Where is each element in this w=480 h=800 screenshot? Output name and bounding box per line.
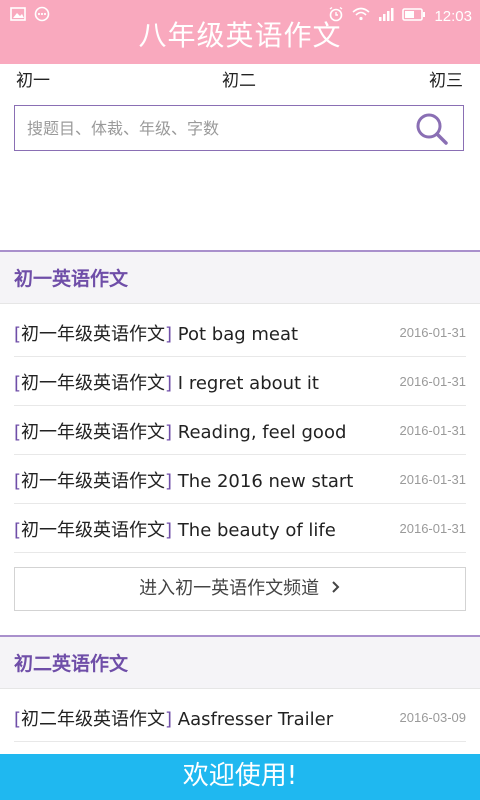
app-header: 12:03 八年级英语作文	[0, 0, 480, 64]
list-item[interactable]: [初一年级英语作文] Pot bag meat 2016-01-31	[14, 308, 466, 357]
article-title: [初二年级英语作文] Aasfresser Trailer	[14, 709, 334, 730]
grade-tabs: 初一 初二 初三	[0, 64, 480, 92]
search-input[interactable]	[25, 106, 409, 151]
article-title: [初一年级英语作文] Reading, feel good	[14, 422, 347, 443]
article-title: [初一年级英语作文] I regret about it	[14, 373, 319, 394]
article-date: 2016-03-09	[399, 710, 467, 725]
tab-grade-1[interactable]: 初一	[16, 66, 50, 91]
chevron-right-icon	[331, 568, 341, 610]
section-title: 初一英语作文	[14, 268, 129, 290]
list-item[interactable]: [初一年级英语作文] The 2016 new start 2016-01-31	[14, 455, 466, 504]
list-item[interactable]: [初一年级英语作文] I regret about it 2016-01-31	[14, 357, 466, 406]
section-header-grade-2: 初二英语作文	[0, 637, 480, 689]
article-date: 2016-01-31	[399, 472, 467, 487]
list-item[interactable]: [初一年级英语作文] Reading, feel good 2016-01-31	[14, 406, 466, 455]
article-date: 2016-01-31	[399, 521, 467, 536]
section-header-grade-1: 初一英语作文	[0, 252, 480, 304]
tab-grade-3[interactable]: 初三	[429, 66, 463, 91]
page-title: 八年级英语作文	[138, 19, 342, 52]
article-date: 2016-01-31	[399, 325, 467, 340]
article-title: [初一年级英语作文] Pot bag meat	[14, 324, 299, 345]
enter-channel-button[interactable]: 进入初一英语作文频道	[14, 567, 466, 611]
search-icon[interactable]	[415, 112, 449, 146]
list-item[interactable]: [初二年级英语作文] Aasfresser Trailer 2016-03-09	[14, 693, 466, 742]
search-box	[14, 105, 464, 151]
section-title: 初二英语作文	[14, 653, 129, 675]
welcome-text: 欢迎使用!	[182, 761, 298, 791]
welcome-banner[interactable]: 欢迎使用!	[0, 754, 480, 800]
article-title: [初一年级英语作文] The beauty of life	[14, 520, 336, 541]
list-item[interactable]: [初一年级英语作文] The beauty of life 2016-01-31	[14, 504, 466, 553]
article-date: 2016-01-31	[399, 423, 467, 438]
tab-grade-2[interactable]: 初二	[222, 66, 256, 91]
enter-channel-label: 进入初一英语作文频道	[139, 578, 320, 599]
article-title: [初一年级英语作文] The 2016 new start	[14, 471, 354, 492]
article-date: 2016-01-31	[399, 374, 467, 389]
